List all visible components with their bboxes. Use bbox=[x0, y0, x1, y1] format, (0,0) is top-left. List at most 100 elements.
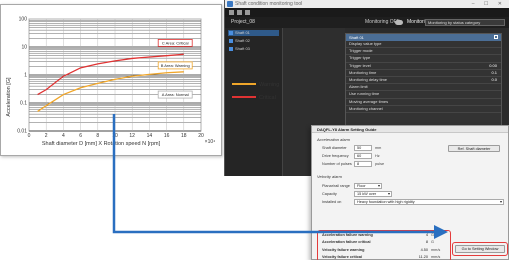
property-label: Alarm limit bbox=[349, 84, 368, 90]
monitoring-toggle[interactable] bbox=[395, 20, 403, 25]
drive-frequency-input[interactable]: 60 bbox=[354, 153, 372, 159]
tree-item[interactable]: Shaft 01 bbox=[228, 30, 279, 36]
x-tick-label: 16 bbox=[164, 133, 170, 139]
panel-title: DAQFL-Y8 Alarm Setting Guide bbox=[312, 126, 508, 133]
property-row[interactable]: Monitoring channel bbox=[346, 106, 501, 113]
y-tick-label: 0.1 bbox=[20, 101, 27, 107]
ref-shaft-diameter-button[interactable]: Ref. Shaft diameter bbox=[448, 145, 500, 152]
x-tick-label: 6 bbox=[79, 133, 82, 139]
open-icon[interactable] bbox=[237, 10, 242, 15]
property-label: Display value type bbox=[349, 41, 382, 46]
y-axis-label: Acceleration [G] bbox=[6, 77, 12, 117]
result-value: 4.50 bbox=[420, 248, 428, 252]
property-label: Trigger type bbox=[349, 55, 371, 61]
acceleration-section-title: Acceleration alarm bbox=[317, 137, 351, 142]
x-tick-label: 18 bbox=[181, 133, 187, 139]
shaft-tree: Shaft 01 Shaft 02 Shaft 03 bbox=[225, 28, 283, 176]
property-row[interactable]: Moving average times bbox=[346, 99, 501, 106]
property-value: 0.00 bbox=[489, 62, 497, 68]
capacity-select[interactable]: 15 kW over bbox=[354, 191, 392, 197]
save-icon[interactable] bbox=[245, 10, 250, 15]
mode-select[interactable]: Monitoring by status category bbox=[425, 19, 505, 26]
capacity-label: Capacity bbox=[322, 192, 337, 196]
x-tick-label: 8 bbox=[96, 133, 99, 139]
area-annotation-label: A Area: Normal bbox=[162, 92, 189, 97]
property-value: 0.0 bbox=[491, 76, 497, 82]
alarm-setting-panel: DAQFL-Y8 Alarm Setting Guide Acceleratio… bbox=[311, 125, 509, 260]
installed-on-select[interactable]: Heavy foundation with high rigidity bbox=[354, 199, 504, 205]
pulses-label: Number of pulses bbox=[322, 162, 352, 166]
x-tick-label: 14 bbox=[147, 133, 153, 139]
chart-window: C Area: Critical B Area: Warning A Area: N… bbox=[0, 4, 222, 156]
shaft-icon bbox=[229, 31, 233, 35]
drive-frequency-label: Drive frequency bbox=[322, 154, 349, 158]
window-controls[interactable]: – ☐ ✕ bbox=[472, 0, 506, 8]
properties-title: Shaft 01 bbox=[349, 35, 364, 40]
x-tick-label: 12 bbox=[129, 133, 135, 139]
x-tick-label: 20 bbox=[198, 133, 204, 139]
shaft-icon bbox=[229, 39, 233, 43]
shaft-icon bbox=[229, 47, 233, 51]
pulses-input[interactable]: 8 bbox=[354, 161, 372, 167]
property-value: 0.1 bbox=[491, 69, 497, 75]
tree-item[interactable]: Shaft 03 bbox=[228, 46, 279, 52]
y-tick-label: 10 bbox=[21, 45, 27, 51]
y-tick-label: 1 bbox=[24, 73, 27, 79]
property-label: Use running time bbox=[349, 91, 380, 97]
planar-range-select[interactable]: Floor bbox=[354, 183, 382, 189]
property-row[interactable]: Monitoring time 0.1 bbox=[346, 70, 501, 77]
result-label: Velocity failure critical bbox=[322, 255, 363, 259]
result-value: 4 bbox=[425, 233, 428, 237]
app-logo-icon bbox=[227, 1, 233, 7]
property-row[interactable]: Use running time bbox=[346, 91, 501, 99]
properties-header: Shaft 01 bbox=[346, 34, 501, 41]
property-row[interactable]: Trigger level 0.00 bbox=[346, 63, 501, 70]
velocity-section-title: Velocity alarm bbox=[317, 174, 342, 179]
result-label: Acceleration failure warning bbox=[322, 233, 373, 237]
x-tick-label: 0 bbox=[28, 133, 31, 139]
x-tick-label: 4 bbox=[62, 133, 65, 139]
property-label: Trigger mode bbox=[349, 48, 373, 54]
property-row[interactable]: Display value type bbox=[346, 41, 501, 49]
app-titlebar: Shaft condition monitoring tool – ☐ ✕ bbox=[225, 0, 509, 8]
x-tick-label: 10 bbox=[112, 133, 118, 139]
property-row[interactable]: Monitoring delay time 0.0 bbox=[346, 76, 501, 85]
app-header: Project_08 Monitoring OFF Monitoring Mon… bbox=[225, 17, 509, 28]
app-title: Shaft condition monitoring tool bbox=[235, 1, 303, 7]
shaft-diameter-input[interactable]: 50 bbox=[354, 145, 372, 151]
result-label: Velocity failure warning bbox=[322, 248, 365, 252]
x-multiplier-label: ×10⁴ bbox=[205, 139, 216, 145]
result-unit: mm/s bbox=[431, 248, 441, 252]
shaft-diameter-unit: mm bbox=[375, 146, 382, 150]
acceleration-chart: C Area: Critical B Area: Warning A Area: N… bbox=[6, 17, 216, 147]
project-name: Project_08 bbox=[231, 19, 255, 25]
tree-item-label: Shaft 03 bbox=[235, 46, 250, 51]
planar-range-label: Planar/rail range bbox=[322, 184, 350, 188]
app-toolbar bbox=[225, 8, 509, 17]
tree-item[interactable]: Shaft 02 bbox=[228, 38, 279, 44]
property-label: Monitoring channel bbox=[349, 105, 383, 111]
y-tick-label: 100 bbox=[19, 17, 28, 23]
pulses-unit: pulse bbox=[375, 162, 385, 166]
result-unit: G bbox=[431, 240, 434, 244]
y-tick-label: 0.01 bbox=[17, 129, 27, 135]
properties-rows: Display value type Trigger mode Trigger ty… bbox=[346, 41, 501, 113]
go-to-setting-window-button[interactable]: Go to Setting Window bbox=[455, 245, 505, 253]
result-unit: mm/s bbox=[431, 255, 441, 259]
property-row[interactable]: Trigger mode bbox=[346, 48, 501, 56]
property-label: Monitoring delay time bbox=[349, 76, 388, 82]
property-label: Moving average times bbox=[349, 98, 389, 104]
property-row[interactable]: Trigger type bbox=[346, 55, 501, 63]
new-icon[interactable] bbox=[229, 10, 234, 15]
property-label: Trigger level bbox=[349, 62, 371, 68]
result-value: 11.20 bbox=[418, 255, 428, 259]
area-annotation-label: B Area: Warning bbox=[161, 63, 190, 68]
area-annotation-label: C Area: Critical bbox=[162, 40, 189, 45]
result-label: Acceleration failure critical bbox=[322, 240, 371, 244]
shaft-diameter-label: Shaft diameter bbox=[322, 146, 347, 150]
x-tick-label: 2 bbox=[45, 133, 48, 139]
x-axis-label: Shaft diameter D [mm] X Rotation speed N… bbox=[42, 141, 161, 147]
expand-icon[interactable] bbox=[494, 35, 498, 39]
property-row[interactable]: Alarm limit bbox=[346, 84, 501, 92]
screenshot-root: Shaft condition monitoring tool – ☐ ✕ Pr… bbox=[0, 0, 509, 260]
